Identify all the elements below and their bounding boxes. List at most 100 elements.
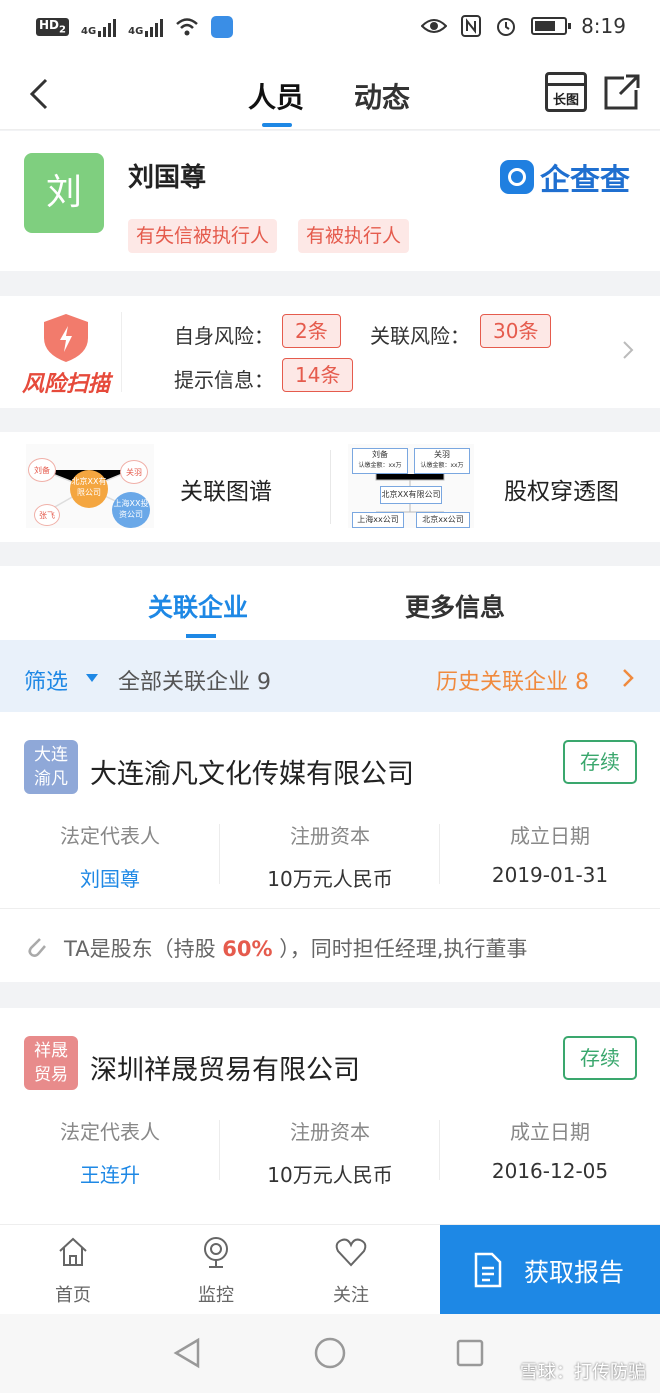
equity-box-guanyu-name: 关羽 <box>434 450 450 459</box>
nav-follow[interactable]: 关注 <box>311 1235 391 1307</box>
brand-name: 企查查 <box>540 163 630 198</box>
status-bar: HD2 4G 4G 8:19 <box>0 0 660 60</box>
hd-text: HD <box>39 18 60 33</box>
long-image-label: 长图 <box>552 93 579 108</box>
eye-icon <box>421 19 448 33</box>
shield-icon <box>44 314 88 362</box>
nav-monitor-label: 监控 <box>198 1285 234 1306</box>
tab-people[interactable]: 人员 <box>248 76 304 116</box>
hd-sub: 2 <box>59 24 66 36</box>
paperclip-icon <box>28 938 46 957</box>
company-badge-line1: 大连 <box>34 745 68 765</box>
section-tab-indicator <box>186 634 216 638</box>
equity-box-liubei: 刘备 认缴金额：xx万 <box>352 448 408 474</box>
long-image-button[interactable]: 长图 <box>545 72 587 112</box>
capital-column: 注册资本 10万元人民币 <box>220 820 440 892</box>
nav-home[interactable]: 首页 <box>33 1235 113 1307</box>
equity-graph-label[interactable]: 股权穿透图 <box>504 472 619 506</box>
shareholding-post: ），同时担任经理,执行董事 <box>272 937 528 961</box>
tab-more-info[interactable]: 更多信息 <box>405 588 505 624</box>
nav-back-triangle-icon[interactable] <box>170 1336 204 1370</box>
legal-rep-value[interactable]: 王连升 <box>0 1159 220 1188</box>
legal-rep-value[interactable]: 刘国尊 <box>0 863 220 892</box>
signal-2: 4G <box>128 17 164 37</box>
nav-follow-label: 关注 <box>333 1285 369 1306</box>
company-badge-line2: 渝凡 <box>34 769 68 789</box>
node-shanghai-company: 上海XX投资公司 <box>112 492 150 528</box>
section-tabs: 关联企业 更多信息 <box>0 566 660 640</box>
person-card: 刘 刘国尊 有失信被执行人 有被执行人 企查查 <box>0 131 660 271</box>
brand-logo: 企查查 <box>500 155 630 199</box>
document-icon <box>474 1252 502 1288</box>
chevron-right-icon[interactable] <box>618 340 638 360</box>
shareholding-text: TA是股东（持股 60% ），同时担任经理,执行董事 <box>64 933 527 963</box>
risk-scan-label: 风险扫描 <box>22 372 111 397</box>
wifi-icon <box>176 18 199 36</box>
nav-home-label: 首页 <box>55 1285 91 1306</box>
company-card[interactable]: 祥晟 贸易 深圳祥晟贸易有限公司 存续 法定代表人 王连升 注册资本 10万元人… <box>0 1008 660 1224</box>
company-badge: 祥晟 贸易 <box>24 1036 78 1090</box>
nav-recents-square-icon[interactable] <box>455 1338 485 1368</box>
risk-scan-panel[interactable]: 风险扫描 自身风险： 2条 关联风险： 30条 提示信息： 14条 <box>0 296 660 408</box>
capital-label: 注册资本 <box>290 1120 370 1144</box>
founded-label: 成立日期 <box>510 824 590 848</box>
company-name[interactable]: 深圳祥晟贸易有限公司 <box>90 1048 360 1087</box>
tab-related-companies[interactable]: 关联企业 <box>148 588 248 624</box>
legal-rep-label: 法定代表人 <box>60 1120 160 1144</box>
nav-monitor[interactable]: 监控 <box>176 1235 256 1307</box>
relation-graph-label[interactable]: 关联图谱 <box>180 472 272 506</box>
person-name: 刘国尊 <box>128 163 207 193</box>
signal-icon <box>98 17 117 37</box>
tab-activity[interactable]: 动态 <box>354 76 410 116</box>
signal-icon <box>145 17 164 37</box>
hd-icon: HD2 <box>36 18 69 36</box>
relation-graph-thumbnail[interactable]: 刘备 关羽 张飞 北京XX有限公司 上海XX投资公司 <box>26 444 154 528</box>
company-name[interactable]: 大连渝凡文化传媒有限公司 <box>90 752 414 791</box>
related-risk-count[interactable]: 30条 <box>480 314 552 348</box>
equity-graph-thumbnail[interactable]: 刘备 认缴金额：xx万 关羽 认缴金额：xx万 北京XX有限公司 上海xx公司 北京… <box>348 444 474 528</box>
capital-label: 注册资本 <box>290 824 370 848</box>
top-header: 人员 动态 长图 <box>0 60 660 130</box>
founded-label: 成立日期 <box>510 1120 590 1144</box>
signal-1: 4G <box>81 17 117 37</box>
caret-down-icon[interactable] <box>86 674 98 682</box>
chevron-right-icon[interactable] <box>620 668 636 688</box>
notice-count[interactable]: 14条 <box>282 358 354 392</box>
home-icon <box>59 1237 87 1266</box>
legal-rep-column: 法定代表人 王连升 <box>0 1116 220 1188</box>
bottom-nav: 首页 监控 关注 获取报告 <box>0 1224 660 1315</box>
equity-box-guanyu: 关羽认缴金额：xx万 <box>414 448 470 474</box>
network-type-2: 4G <box>128 26 144 37</box>
notice-label: 提示信息： <box>174 368 274 392</box>
self-risk-label: 自身风险： <box>174 324 274 348</box>
company-badge-line2: 贸易 <box>34 1065 68 1085</box>
equity-box-guanyu-amount: 认缴金额：xx万 <box>420 462 464 469</box>
related-risk-label: 关联风险： <box>370 324 470 348</box>
equity-box-liubei-name: 刘备 <box>372 450 388 459</box>
graphs-divider <box>330 450 331 524</box>
status-badge: 存续 <box>563 740 637 784</box>
back-arrow-icon[interactable] <box>22 74 62 114</box>
founded-value: 2019-01-31 <box>491 863 609 887</box>
nav-home-circle-icon[interactable] <box>313 1336 347 1370</box>
legal-rep-label: 法定代表人 <box>60 824 160 848</box>
equity-box-beijing: 北京xx公司 <box>416 512 470 528</box>
tag-executed[interactable]: 有被执行人 <box>298 219 410 253</box>
equity-box-shanghai: 上海xx公司 <box>352 512 404 528</box>
founded-column: 成立日期 2016-12-05 <box>440 1116 660 1183</box>
shareholding-note: TA是股东（持股 60% ），同时担任经理,执行董事 <box>0 908 660 984</box>
history-companies-link[interactable]: 历史关联企业 8 <box>436 664 589 696</box>
alarm-icon <box>497 18 516 36</box>
capital-value: 10万元人民币 <box>267 1163 393 1187</box>
self-risk-count[interactable]: 2条 <box>282 314 341 348</box>
filter-button[interactable]: 筛选 <box>24 664 68 696</box>
company-card[interactable]: 大连 渝凡 大连渝凡文化传媒有限公司 存续 法定代表人 刘国尊 注册资本 10万… <box>0 712 660 982</box>
share-icon[interactable] <box>602 72 642 112</box>
filter-bar: 筛选 全部关联企业 9 历史关联企业 8 <box>0 640 660 714</box>
capital-value: 10万元人民币 <box>267 867 393 891</box>
node-guanyu: 关羽 <box>120 460 148 484</box>
get-report-button[interactable]: 获取报告 <box>440 1225 660 1315</box>
tag-dishonest-executed[interactable]: 有失信被执行人 <box>128 219 278 253</box>
founded-value: 2016-12-05 <box>491 1159 609 1183</box>
risk-scan-badge: 风险扫描 <box>18 312 122 397</box>
